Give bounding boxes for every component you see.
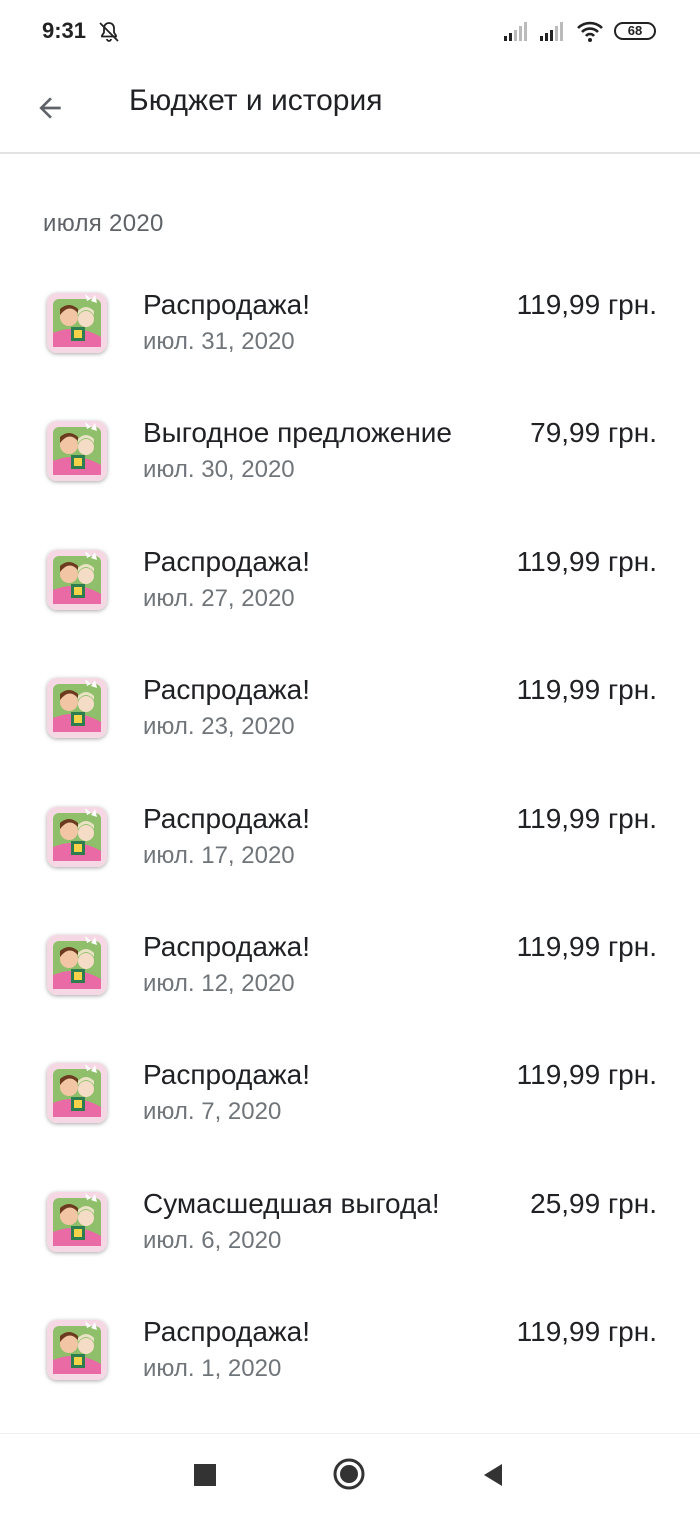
bell-off-icon — [97, 20, 121, 44]
item-price: 119,99 грн. — [516, 1316, 657, 1348]
item-title: Распродажа! — [143, 1059, 311, 1091]
list-item[interactable]: Выгодное предложение июл. 30, 2020 79,99… — [0, 390, 700, 518]
app-icon — [47, 678, 107, 739]
list-item[interactable]: Распродажа! июл. 23, 2020 119,99 грн. — [0, 647, 700, 775]
item-price: 119,99 грн. — [516, 930, 657, 962]
item-date: июл. 23, 2020 — [143, 713, 295, 741]
app-icon — [47, 421, 107, 482]
item-title: Распродажа! — [143, 545, 311, 577]
navigation-bar — [0, 1433, 700, 1518]
item-price: 119,99 грн. — [516, 289, 657, 320]
list-item[interactable]: Распродажа! июл. 31, 2020 119,99 грн. — [0, 262, 700, 390]
signal-icon — [504, 21, 532, 46]
item-price: 25,99 грн. — [530, 1187, 657, 1219]
app-icon — [47, 1320, 107, 1381]
signal-icon — [540, 21, 568, 46]
app-bar: Бюджет и история — [0, 64, 700, 154]
list-item[interactable]: Распродажа! июл. 17, 2020 119,99 грн. — [0, 776, 700, 904]
page-title: Бюджет и история — [129, 84, 383, 117]
item-title: Распродажа! — [143, 674, 311, 706]
battery-icon: 68 — [614, 22, 656, 40]
item-price: 119,99 грн. — [516, 802, 657, 834]
purchase-list: Распродажа! июл. 31, 2020 119,99 грн. Вы… — [0, 262, 700, 1418]
item-title: Распродажа! — [143, 289, 311, 320]
item-date: июл. 17, 2020 — [143, 841, 295, 869]
item-date: июл. 1, 2020 — [143, 1355, 282, 1383]
app-icon — [47, 549, 107, 610]
item-price: 79,99 грн. — [530, 417, 657, 449]
item-title: Выгодное предложение — [143, 417, 452, 449]
item-price: 119,99 грн. — [516, 674, 657, 706]
item-title: Распродажа! — [143, 802, 311, 834]
item-price: 119,99 грн. — [516, 1059, 657, 1091]
list-item[interactable]: Распродажа! июл. 12, 2020 119,99 грн. — [0, 904, 700, 1032]
app-icon — [47, 293, 107, 353]
item-date: июл. 12, 2020 — [143, 969, 295, 997]
item-date: июл. 6, 2020 — [143, 1226, 282, 1254]
wifi-icon — [576, 19, 604, 48]
app-icon — [47, 1191, 107, 1252]
month-header: июля 2020 — [43, 210, 164, 237]
item-date: июл. 30, 2020 — [143, 456, 295, 484]
recents-square-icon[interactable] — [194, 1464, 216, 1486]
status-time: 9:31 — [42, 18, 87, 43]
app-icon — [47, 806, 107, 867]
item-title: Сумасшедшая выгода! — [143, 1187, 440, 1219]
back-triangle-icon[interactable] — [482, 1463, 504, 1492]
list-item[interactable]: Распродажа! июл. 27, 2020 119,99 грн. — [0, 519, 700, 647]
item-date: июл. 31, 2020 — [143, 328, 295, 355]
list-item[interactable]: Сумасшедшая выгода! июл. 6, 2020 25,99 г… — [0, 1161, 700, 1289]
list-item[interactable]: Распродажа! июл. 7, 2020 119,99 грн. — [0, 1032, 700, 1160]
app-icon — [47, 934, 107, 995]
item-title: Распродажа! — [143, 930, 311, 962]
item-price: 119,99 грн. — [516, 545, 657, 577]
home-circle-icon[interactable] — [333, 1458, 365, 1490]
item-date: июл. 7, 2020 — [143, 1098, 282, 1126]
arrow-back-icon — [39, 97, 61, 119]
back-button[interactable] — [20, 78, 80, 138]
item-date: июл. 27, 2020 — [143, 584, 295, 612]
list-item[interactable]: Распродажа! июл. 1, 2020 119,99 грн. — [0, 1289, 700, 1417]
status-bar: 9:31 68 — [0, 0, 700, 64]
item-title: Распродажа! — [143, 1316, 311, 1348]
app-icon — [47, 1063, 107, 1124]
